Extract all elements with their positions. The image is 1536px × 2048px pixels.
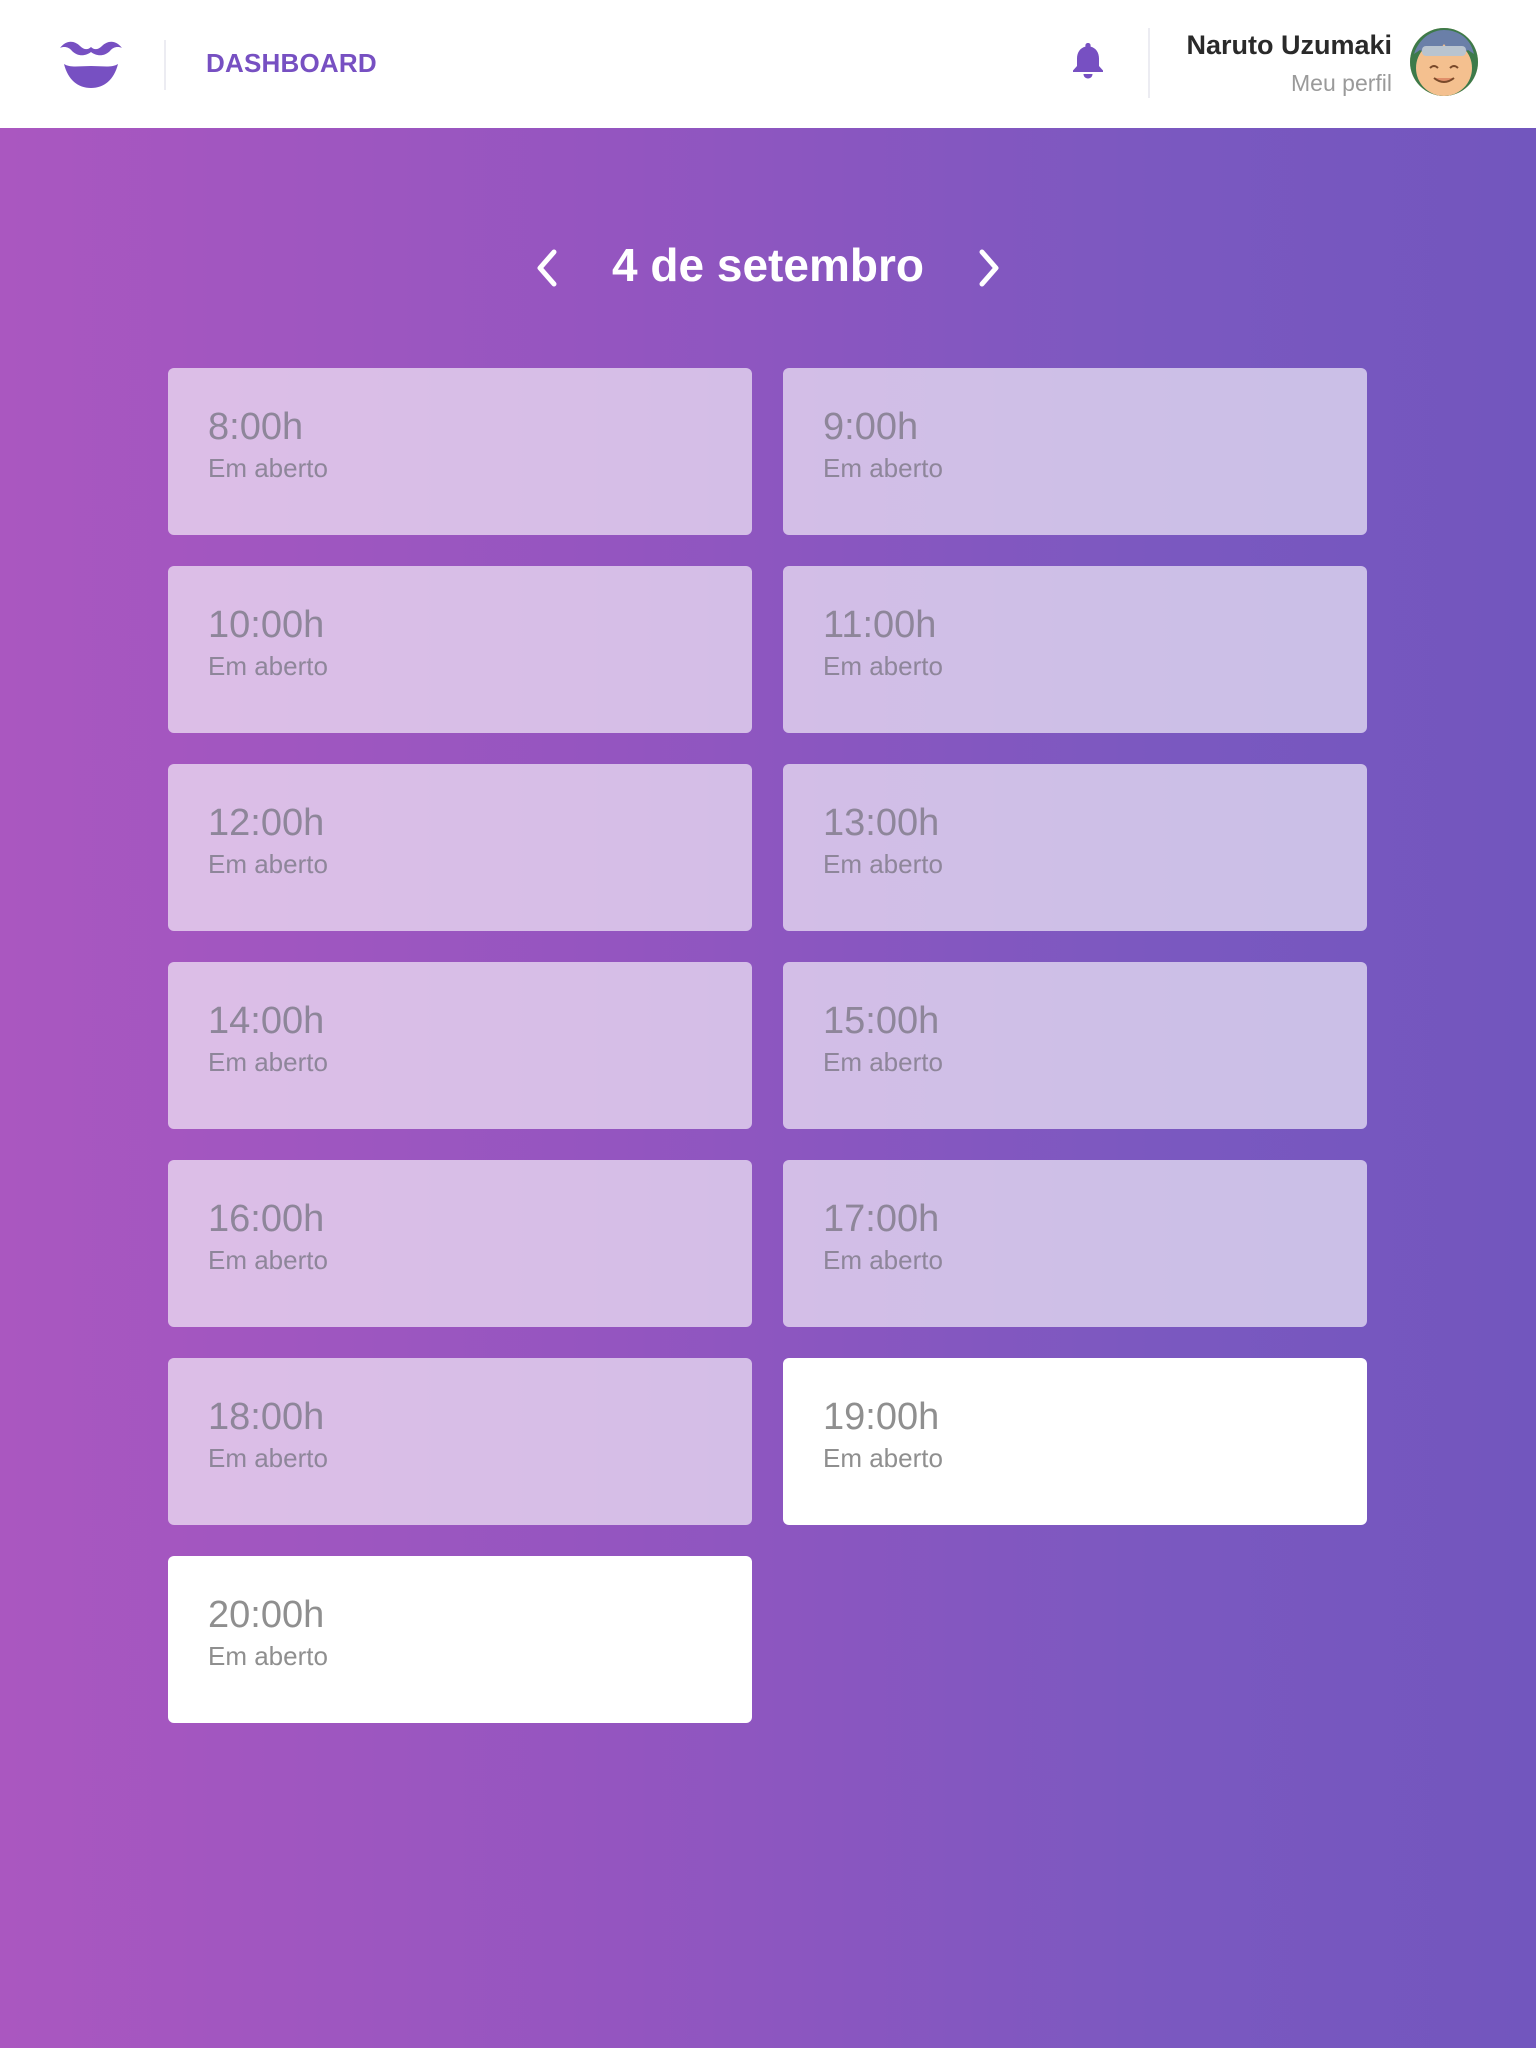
top-header: DASHBOARD Naruto Uzumaki Meu perfil bbox=[0, 0, 1536, 128]
time-slot-grid: 8:00h Em aberto 9:00h Em aberto 10:00h E… bbox=[168, 368, 1368, 1723]
time-slot[interactable]: 18:00h Em aberto bbox=[168, 1358, 752, 1525]
slot-time: 16:00h bbox=[208, 1198, 325, 1240]
time-slot[interactable]: 15:00h Em aberto bbox=[783, 962, 1367, 1129]
bell-icon[interactable] bbox=[1070, 40, 1106, 80]
slot-time: 12:00h bbox=[208, 802, 325, 844]
slot-time: 9:00h bbox=[823, 406, 919, 448]
slot-status: Em aberto bbox=[208, 453, 328, 483]
time-slot[interactable]: 9:00h Em aberto bbox=[783, 368, 1367, 535]
slot-status: Em aberto bbox=[208, 1641, 328, 1671]
slot-status: Em aberto bbox=[823, 651, 943, 681]
time-slot[interactable]: 8:00h Em aberto bbox=[168, 368, 752, 535]
nav-dashboard-link[interactable]: DASHBOARD bbox=[206, 48, 377, 79]
time-slot[interactable]: 19:00h Em aberto bbox=[783, 1358, 1367, 1525]
header-divider bbox=[1148, 28, 1150, 98]
time-slot[interactable]: 17:00h Em aberto bbox=[783, 1160, 1367, 1327]
slot-status: Em aberto bbox=[208, 1245, 328, 1275]
date-navigation: 4 de setembro bbox=[0, 234, 1536, 304]
slot-status: Em aberto bbox=[823, 1443, 943, 1473]
slot-time: 10:00h bbox=[208, 604, 325, 646]
slot-time: 15:00h bbox=[823, 1000, 940, 1042]
user-name: Naruto Uzumaki bbox=[1186, 30, 1392, 60]
slot-status: Em aberto bbox=[823, 1047, 943, 1077]
current-date-title: 4 de setembro bbox=[612, 239, 924, 291]
time-slot[interactable]: 14:00h Em aberto bbox=[168, 962, 752, 1129]
time-slot[interactable]: 12:00h Em aberto bbox=[168, 764, 752, 931]
slot-time: 11:00h bbox=[823, 604, 937, 646]
slot-status: Em aberto bbox=[208, 1443, 328, 1473]
time-slot[interactable]: 13:00h Em aberto bbox=[783, 764, 1367, 931]
mustache-smile-icon[interactable] bbox=[58, 38, 124, 90]
profile-link[interactable]: Meu perfil bbox=[1291, 70, 1392, 97]
slot-status: Em aberto bbox=[823, 849, 943, 879]
time-slot[interactable]: 16:00h Em aberto bbox=[168, 1160, 752, 1327]
avatar[interactable] bbox=[1410, 28, 1478, 96]
time-slot[interactable]: 11:00h Em aberto bbox=[783, 566, 1367, 733]
slot-time: 8:00h bbox=[208, 406, 304, 448]
time-slot[interactable]: 20:00h Em aberto bbox=[168, 1556, 752, 1723]
slot-time: 18:00h bbox=[208, 1396, 325, 1438]
slot-status: Em aberto bbox=[823, 453, 943, 483]
slot-status: Em aberto bbox=[208, 849, 328, 879]
time-slot[interactable]: 10:00h Em aberto bbox=[168, 566, 752, 733]
chevron-right-icon[interactable] bbox=[968, 242, 1008, 294]
slot-time: 19:00h bbox=[823, 1396, 940, 1438]
slot-status: Em aberto bbox=[823, 1245, 943, 1275]
slot-status: Em aberto bbox=[208, 1047, 328, 1077]
slot-status: Em aberto bbox=[208, 651, 328, 681]
chevron-left-icon[interactable] bbox=[528, 242, 568, 294]
slot-time: 13:00h bbox=[823, 802, 940, 844]
slot-time: 20:00h bbox=[208, 1594, 325, 1636]
header-divider bbox=[164, 40, 166, 90]
slot-time: 17:00h bbox=[823, 1198, 940, 1240]
slot-time: 14:00h bbox=[208, 1000, 325, 1042]
